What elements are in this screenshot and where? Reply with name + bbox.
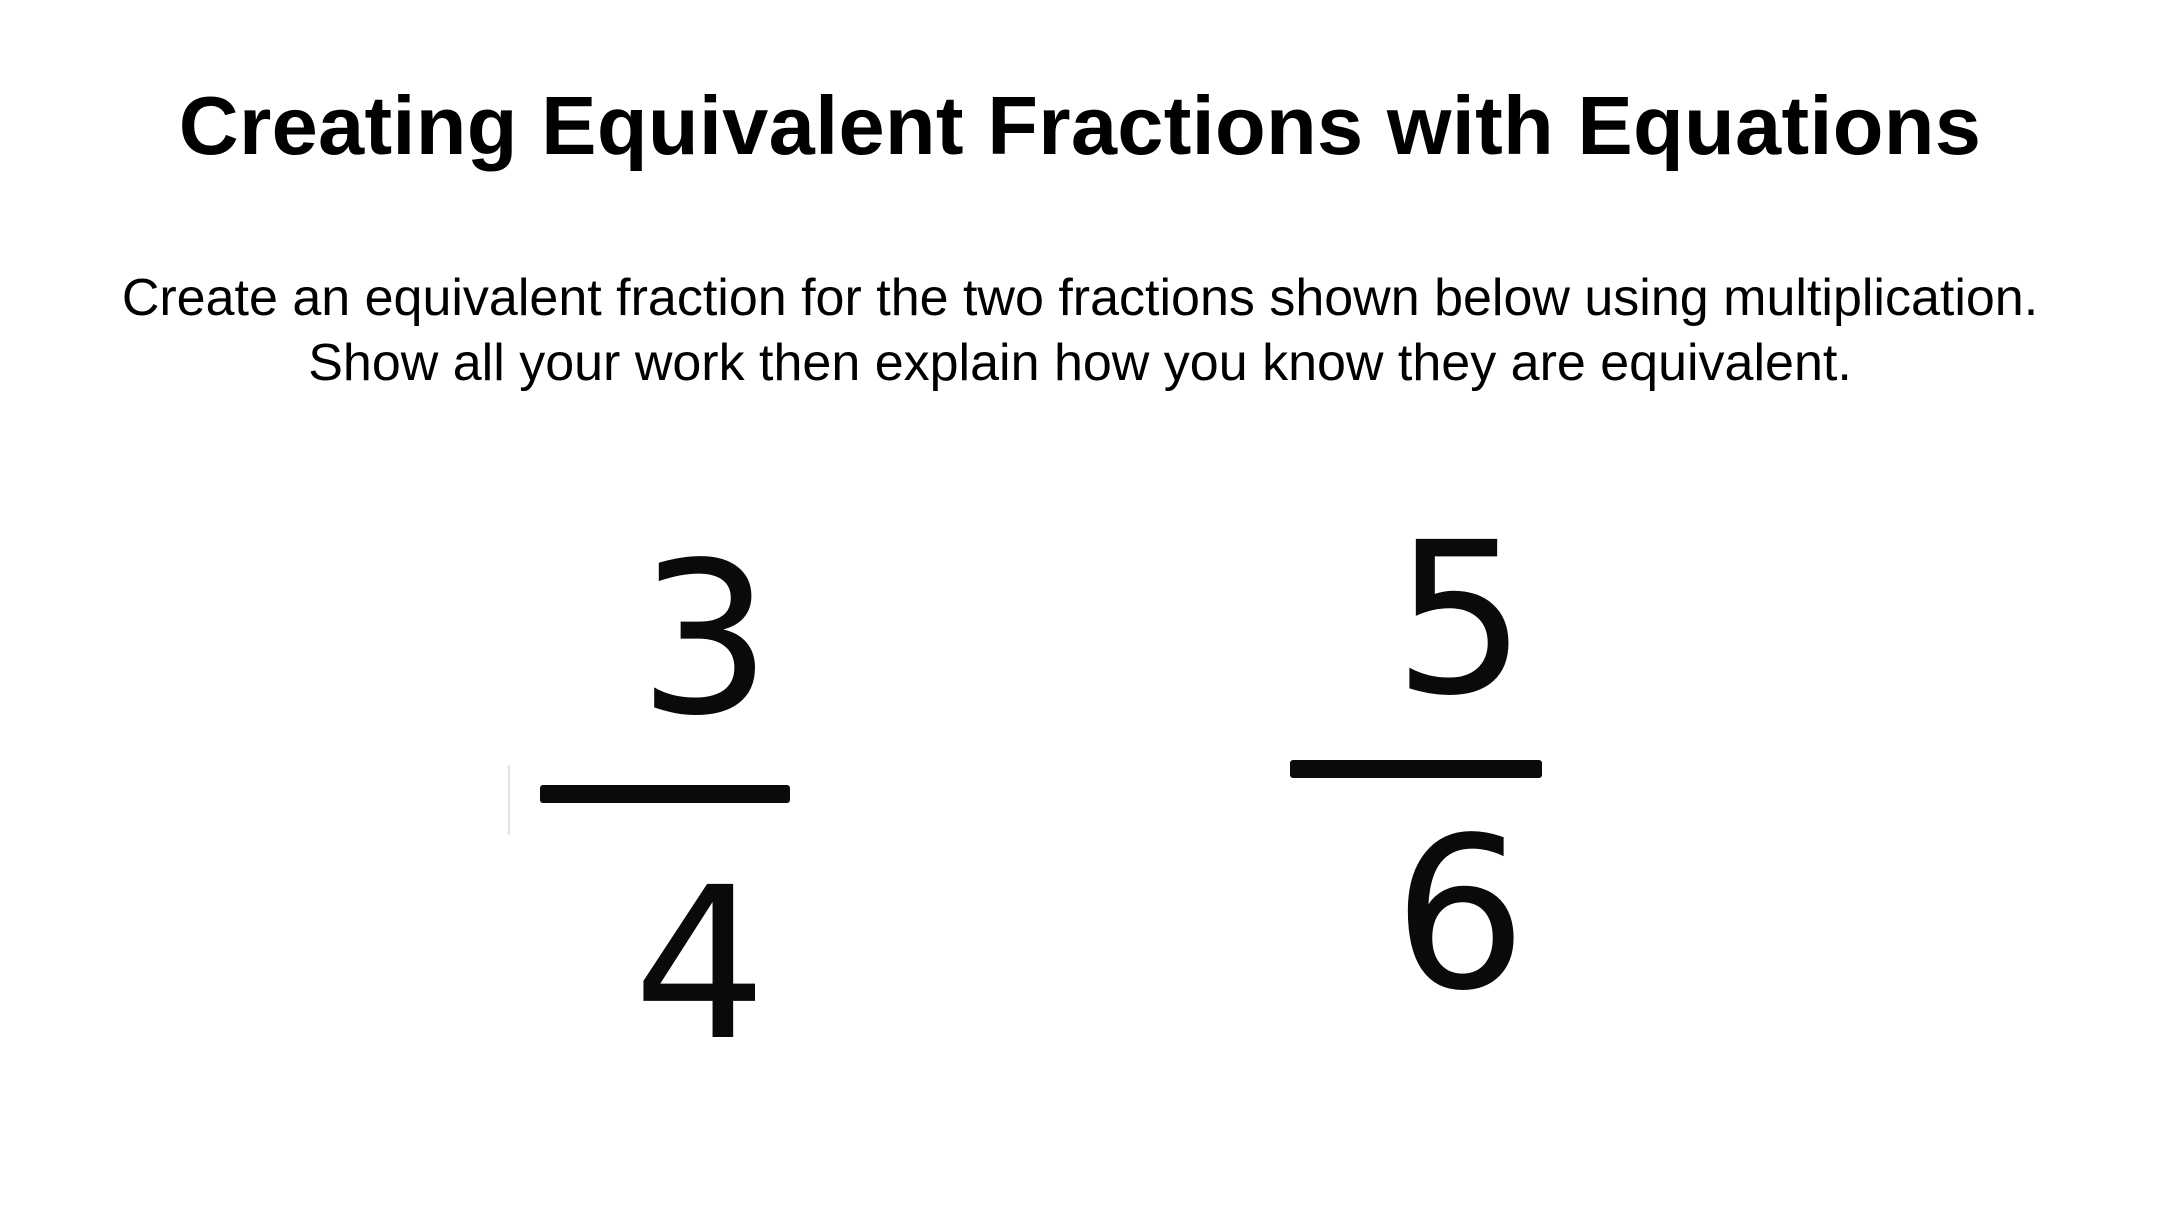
fraction-bar <box>1290 760 1542 778</box>
instructions-line-2: Show all your work then explain how you … <box>308 334 1852 392</box>
fraction-numerator: 3 <box>638 517 772 762</box>
fraction-three-quarters: 3 4 <box>520 515 820 1070</box>
fraction-denominator: 6 <box>1393 792 1527 1037</box>
image-edge-divider <box>508 765 510 835</box>
instructions-line-1: Create an equivalent fraction for the tw… <box>121 269 2039 327</box>
fraction-numerator: 5 <box>1393 497 1527 742</box>
slide: Creating Equivalent Fractions with Equat… <box>0 0 2160 1215</box>
page-title: Creating Equivalent Fractions with Equat… <box>178 79 1982 172</box>
fraction-denominator: 4 <box>633 842 767 1087</box>
fraction-bar <box>540 785 790 803</box>
instructions: Create an equivalent fraction for the tw… <box>0 266 2160 396</box>
fraction-five-sixths: 5 6 <box>1270 505 1570 1025</box>
